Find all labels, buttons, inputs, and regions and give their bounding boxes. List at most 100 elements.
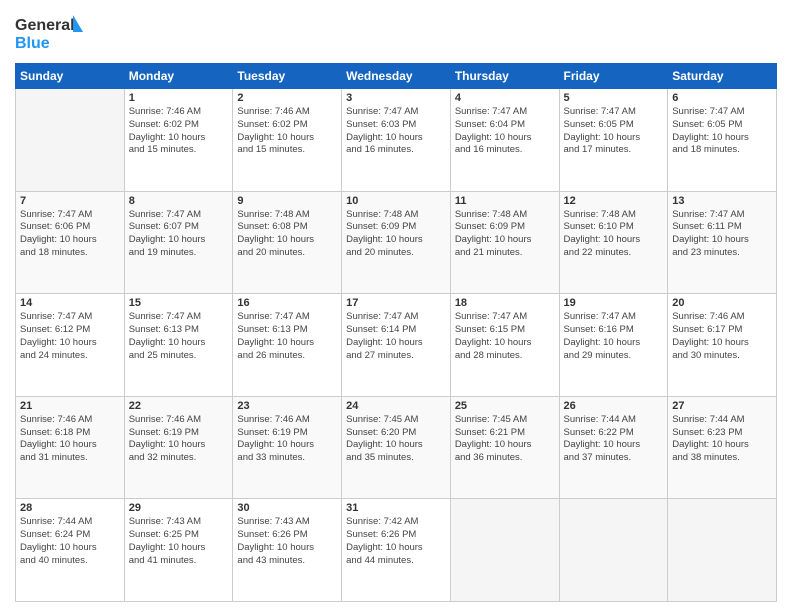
header-cell-friday: Friday [559, 64, 668, 89]
day-number: 5 [564, 92, 664, 104]
day-number: 14 [20, 297, 120, 309]
day-cell: 21 Sunrise: 7:46 AM Sunset: 6:18 PM Dayli… [16, 396, 125, 499]
day-number: 6 [672, 92, 772, 104]
day-cell: 24 Sunrise: 7:45 AM Sunset: 6:20 PM Dayli… [342, 396, 451, 499]
day-info: Sunrise: 7:44 AM Sunset: 6:23 PM Dayligh… [672, 414, 772, 465]
day-info: Sunrise: 7:45 AM Sunset: 6:20 PM Dayligh… [346, 414, 446, 465]
calendar-body: 1 Sunrise: 7:46 AM Sunset: 6:02 PM Daylig… [16, 89, 777, 602]
svg-text:Blue: Blue [15, 35, 50, 52]
day-cell: 25 Sunrise: 7:45 AM Sunset: 6:21 PM Dayli… [450, 396, 559, 499]
day-cell: 7 Sunrise: 7:47 AM Sunset: 6:06 PM Daylig… [16, 191, 125, 294]
day-cell: 30 Sunrise: 7:43 AM Sunset: 6:26 PM Dayli… [233, 499, 342, 602]
day-cell: 27 Sunrise: 7:44 AM Sunset: 6:23 PM Dayli… [668, 396, 777, 499]
day-info: Sunrise: 7:46 AM Sunset: 6:18 PM Dayligh… [20, 414, 120, 465]
day-number: 17 [346, 297, 446, 309]
day-number: 3 [346, 92, 446, 104]
day-number: 24 [346, 400, 446, 412]
day-info: Sunrise: 7:48 AM Sunset: 6:10 PM Dayligh… [564, 209, 664, 260]
day-info: Sunrise: 7:48 AM Sunset: 6:09 PM Dayligh… [346, 209, 446, 260]
day-number: 9 [237, 195, 337, 207]
day-number: 10 [346, 195, 446, 207]
logo: GeneralBlue [15, 10, 85, 55]
header-row: SundayMondayTuesdayWednesdayThursdayFrid… [16, 64, 777, 89]
svg-text:General: General [15, 17, 75, 34]
day-cell [450, 499, 559, 602]
day-info: Sunrise: 7:46 AM Sunset: 6:19 PM Dayligh… [237, 414, 337, 465]
day-cell: 17 Sunrise: 7:47 AM Sunset: 6:14 PM Dayli… [342, 294, 451, 397]
week-row-5: 28Sunrise: 7:44 AM Sunset: 6:24 PM Dayli… [16, 499, 777, 602]
day-cell: 11Sunrise: 7:48 AM Sunset: 6:09 PM Dayli… [450, 191, 559, 294]
day-info: Sunrise: 7:47 AM Sunset: 6:14 PM Dayligh… [346, 311, 446, 362]
day-number: 12 [564, 195, 664, 207]
day-info: Sunrise: 7:46 AM Sunset: 6:02 PM Dayligh… [237, 106, 337, 157]
day-cell: 29 Sunrise: 7:43 AM Sunset: 6:25 PM Dayli… [124, 499, 233, 602]
day-cell: 31Sunrise: 7:42 AM Sunset: 6:26 PM Dayli… [342, 499, 451, 602]
day-info: Sunrise: 7:48 AM Sunset: 6:08 PM Dayligh… [237, 209, 337, 260]
day-info: Sunrise: 7:47 AM Sunset: 6:07 PM Dayligh… [129, 209, 229, 260]
day-cell: 14 Sunrise: 7:47 AM Sunset: 6:12 PM Dayli… [16, 294, 125, 397]
day-number: 13 [672, 195, 772, 207]
day-info: Sunrise: 7:43 AM Sunset: 6:25 PM Dayligh… [129, 516, 229, 567]
header-cell-thursday: Thursday [450, 64, 559, 89]
day-info: Sunrise: 7:47 AM Sunset: 6:06 PM Dayligh… [20, 209, 120, 260]
day-info: Sunrise: 7:47 AM Sunset: 6:05 PM Dayligh… [672, 106, 772, 157]
calendar-table: SundayMondayTuesdayWednesdayThursdayFrid… [15, 63, 777, 602]
day-number: 28 [20, 502, 120, 514]
day-info: Sunrise: 7:47 AM Sunset: 6:05 PM Dayligh… [564, 106, 664, 157]
header-cell-sunday: Sunday [16, 64, 125, 89]
day-info: Sunrise: 7:47 AM Sunset: 6:13 PM Dayligh… [129, 311, 229, 362]
day-info: Sunrise: 7:47 AM Sunset: 6:12 PM Dayligh… [20, 311, 120, 362]
day-number: 30 [237, 502, 337, 514]
day-cell: 26Sunrise: 7:44 AM Sunset: 6:22 PM Dayli… [559, 396, 668, 499]
day-number: 19 [564, 297, 664, 309]
day-cell: 20 Sunrise: 7:46 AM Sunset: 6:17 PM Dayli… [668, 294, 777, 397]
day-info: Sunrise: 7:46 AM Sunset: 6:17 PM Dayligh… [672, 311, 772, 362]
week-row-2: 7 Sunrise: 7:47 AM Sunset: 6:06 PM Daylig… [16, 191, 777, 294]
day-cell: 28Sunrise: 7:44 AM Sunset: 6:24 PM Dayli… [16, 499, 125, 602]
day-cell: 18 Sunrise: 7:47 AM Sunset: 6:15 PM Dayli… [450, 294, 559, 397]
day-cell: 10 Sunrise: 7:48 AM Sunset: 6:09 PM Dayli… [342, 191, 451, 294]
header: GeneralBlue [15, 10, 777, 55]
day-cell [559, 499, 668, 602]
day-cell: 19 Sunrise: 7:47 AM Sunset: 6:16 PM Dayli… [559, 294, 668, 397]
day-info: Sunrise: 7:47 AM Sunset: 6:03 PM Dayligh… [346, 106, 446, 157]
day-number: 25 [455, 400, 555, 412]
calendar-thead: SundayMondayTuesdayWednesdayThursdayFrid… [16, 64, 777, 89]
day-info: Sunrise: 7:44 AM Sunset: 6:22 PM Dayligh… [564, 414, 664, 465]
day-info: Sunrise: 7:46 AM Sunset: 6:02 PM Dayligh… [129, 106, 229, 157]
day-number: 7 [20, 195, 120, 207]
day-number: 21 [20, 400, 120, 412]
day-number: 27 [672, 400, 772, 412]
day-cell: 8Sunrise: 7:47 AM Sunset: 6:07 PM Daylig… [124, 191, 233, 294]
week-row-1: 1 Sunrise: 7:46 AM Sunset: 6:02 PM Daylig… [16, 89, 777, 192]
day-number: 20 [672, 297, 772, 309]
day-number: 23 [237, 400, 337, 412]
day-info: Sunrise: 7:47 AM Sunset: 6:04 PM Dayligh… [455, 106, 555, 157]
day-info: Sunrise: 7:47 AM Sunset: 6:15 PM Dayligh… [455, 311, 555, 362]
day-cell: 12 Sunrise: 7:48 AM Sunset: 6:10 PM Dayli… [559, 191, 668, 294]
logo-svg: GeneralBlue [15, 10, 85, 55]
header-cell-saturday: Saturday [668, 64, 777, 89]
day-number: 1 [129, 92, 229, 104]
day-cell [668, 499, 777, 602]
day-cell [16, 89, 125, 192]
day-number: 2 [237, 92, 337, 104]
day-info: Sunrise: 7:43 AM Sunset: 6:26 PM Dayligh… [237, 516, 337, 567]
day-number: 18 [455, 297, 555, 309]
day-cell: 16Sunrise: 7:47 AM Sunset: 6:13 PM Dayli… [233, 294, 342, 397]
day-info: Sunrise: 7:48 AM Sunset: 6:09 PM Dayligh… [455, 209, 555, 260]
day-number: 4 [455, 92, 555, 104]
day-cell: 5 Sunrise: 7:47 AM Sunset: 6:05 PM Daylig… [559, 89, 668, 192]
day-info: Sunrise: 7:45 AM Sunset: 6:21 PM Dayligh… [455, 414, 555, 465]
day-cell: 9 Sunrise: 7:48 AM Sunset: 6:08 PM Daylig… [233, 191, 342, 294]
day-number: 15 [129, 297, 229, 309]
week-row-4: 21 Sunrise: 7:46 AM Sunset: 6:18 PM Dayli… [16, 396, 777, 499]
day-cell: 6 Sunrise: 7:47 AM Sunset: 6:05 PM Daylig… [668, 89, 777, 192]
day-cell: 23 Sunrise: 7:46 AM Sunset: 6:19 PM Dayli… [233, 396, 342, 499]
header-cell-tuesday: Tuesday [233, 64, 342, 89]
day-number: 29 [129, 502, 229, 514]
day-info: Sunrise: 7:47 AM Sunset: 6:16 PM Dayligh… [564, 311, 664, 362]
week-row-3: 14 Sunrise: 7:47 AM Sunset: 6:12 PM Dayli… [16, 294, 777, 397]
day-info: Sunrise: 7:47 AM Sunset: 6:11 PM Dayligh… [672, 209, 772, 260]
day-number: 16 [237, 297, 337, 309]
